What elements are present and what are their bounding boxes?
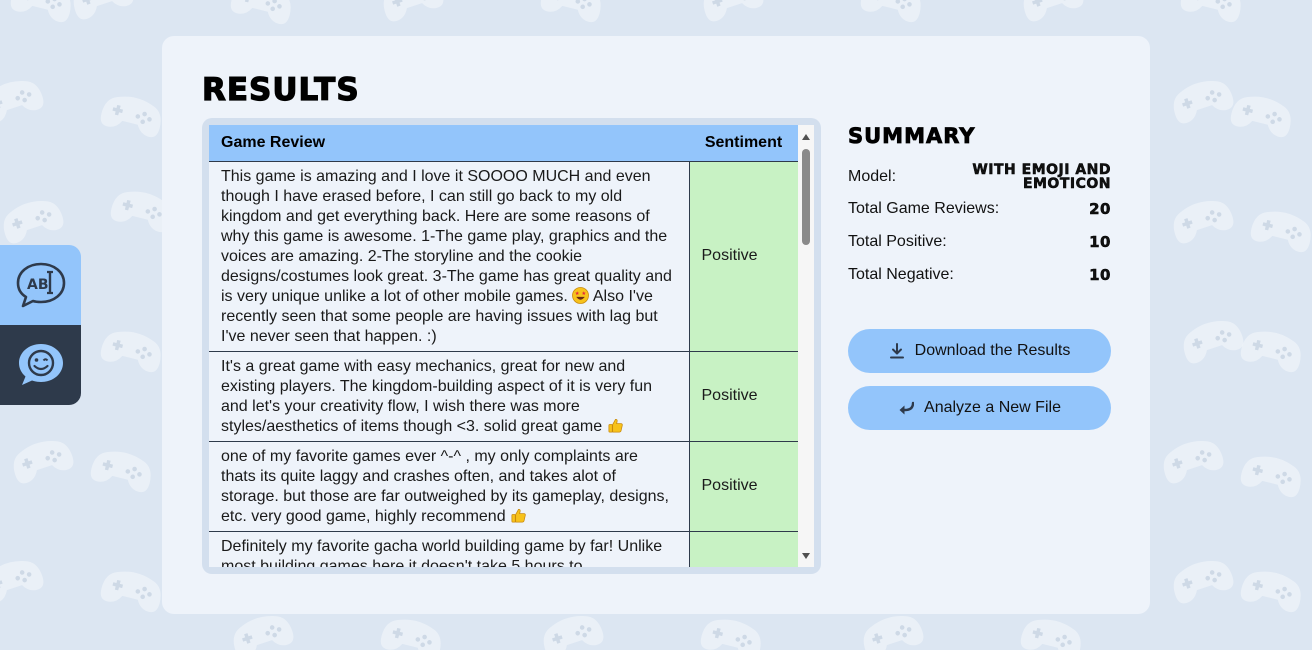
gamepad-pattern-icon — [65, 0, 138, 25]
gamepad-pattern-icon — [1176, 0, 1248, 27]
results-table-panel: Game Review Sentiment This game is amazi… — [202, 118, 821, 574]
column-header-sentiment[interactable]: Sentiment — [689, 125, 798, 161]
return-arrow-icon — [899, 401, 915, 415]
results-table-scroll[interactable]: Game Review Sentiment This game is amazi… — [209, 125, 814, 567]
gamepad-pattern-icon — [1236, 323, 1308, 377]
emoji-chat-icon — [18, 344, 63, 385]
review-cell: This game is amazing and I love it SOOOO… — [209, 160, 690, 351]
gamepad-pattern-icon — [376, 611, 448, 650]
review-text: one of my favorite games ever ^-^ , my o… — [221, 447, 669, 525]
gamepad-pattern-icon — [695, 0, 768, 27]
table-header-row: Game Review Sentiment — [209, 125, 798, 161]
total-negative-label: Total Negative: — [848, 265, 954, 283]
gamepad-pattern-icon — [96, 323, 168, 377]
review-text: It's a great game with easy mechanics, g… — [221, 357, 653, 435]
analyze-new-file-label: Analyze a New File — [924, 399, 1061, 416]
sentiment-cell — [689, 530, 798, 567]
review-cell: It's a great game with easy mechanics, g… — [209, 350, 690, 441]
summary-title: Summary — [848, 124, 976, 149]
column-header-review[interactable]: Game Review — [209, 125, 689, 161]
thumbs-up-emoji-icon — [607, 417, 624, 434]
scrollbar-thumb[interactable] — [802, 149, 810, 245]
svg-text:AB: AB — [27, 277, 49, 293]
gamepad-pattern-icon — [1015, 0, 1088, 27]
gamepad-pattern-icon — [5, 431, 78, 489]
table-row: one of my favorite games ever ^-^ , my o… — [209, 440, 798, 531]
gamepad-pattern-icon — [86, 443, 158, 497]
sentiment-cell: Positive — [689, 440, 798, 531]
star-struck-emoji-icon — [572, 286, 590, 304]
total-positive-value: 10 — [1089, 232, 1111, 251]
gamepad-pattern-icon — [6, 0, 78, 27]
page-title: Results — [201, 71, 360, 108]
gamepad-pattern-icon — [0, 191, 69, 249]
download-results-label: Download the Results — [914, 342, 1071, 359]
gamepad-pattern-icon — [96, 563, 168, 617]
table-row: It's a great game with easy mechanics, g… — [209, 350, 798, 441]
gamepad-pattern-icon — [1236, 563, 1308, 617]
side-rail: AB — [0, 245, 81, 405]
summary-model-row: Model: With Emoji and Emoticon — [848, 162, 1111, 192]
gamepad-pattern-icon — [1175, 311, 1248, 369]
gamepad-pattern-icon — [1155, 431, 1228, 489]
model-label: Model: — [848, 168, 897, 185]
total-reviews-value: 20 — [1089, 199, 1111, 218]
table-row: This game is amazing and I love it SOOOO… — [209, 160, 798, 351]
gamepad-pattern-icon — [1246, 203, 1312, 257]
emoji-model-button[interactable] — [0, 325, 81, 405]
review-cell: Definitely my favorite gacha world build… — [209, 530, 690, 568]
results-card: Results Game Review Sentiment This game … — [162, 36, 1150, 614]
gamepad-pattern-icon — [1165, 551, 1238, 609]
gamepad-pattern-icon — [1016, 611, 1088, 650]
gamepad-pattern-icon — [536, 0, 608, 27]
summary-positive-row: Total Positive: 10 — [848, 225, 1111, 258]
gamepad-pattern-icon — [696, 611, 768, 650]
text-input-chat-icon: AB — [16, 262, 65, 308]
total-negative-value: 10 — [1089, 265, 1111, 284]
gamepad-pattern-icon — [226, 0, 298, 29]
gamepad-pattern-icon — [375, 0, 448, 27]
review-cell: one of my favorite games ever ^-^ , my o… — [209, 440, 690, 531]
sentiment-cell: Positive — [689, 350, 798, 441]
analyze-new-file-button[interactable]: Analyze a New File — [848, 386, 1111, 430]
download-results-button[interactable]: Download the Results — [848, 329, 1111, 373]
text-model-button[interactable]: AB — [0, 245, 81, 325]
gamepad-pattern-icon — [1165, 71, 1238, 129]
table-scrollbar[interactable] — [798, 125, 814, 567]
table-row: Definitely my favorite gacha world build… — [209, 530, 798, 568]
scroll-down-arrow-icon[interactable] — [802, 553, 810, 559]
download-icon — [889, 343, 904, 359]
gamepad-pattern-icon — [1165, 191, 1238, 249]
total-positive-label: Total Positive: — [848, 232, 947, 250]
model-value: With Emoji and Emoticon — [972, 162, 1111, 192]
gamepad-pattern-icon — [856, 0, 928, 27]
total-reviews-label: Total Game Reviews: — [848, 199, 1000, 217]
scroll-up-arrow-icon[interactable] — [802, 134, 810, 140]
review-text: Definitely my favorite gacha world build… — [221, 537, 663, 568]
sentiment-cell: Positive — [689, 160, 798, 351]
thumbs-up-emoji-icon — [510, 507, 527, 524]
summary-total-row: Total Game Reviews: 20 — [848, 192, 1111, 225]
gamepad-pattern-icon — [0, 551, 49, 609]
review-text: This game is amazing and I love it SOOOO… — [221, 167, 672, 305]
gamepad-pattern-icon — [0, 71, 49, 129]
results-table: Game Review Sentiment This game is amazi… — [209, 125, 798, 567]
gamepad-pattern-icon — [1236, 448, 1308, 502]
summary-panel: Summary Model: With Emoji and Emoticon T… — [848, 124, 1111, 291]
gamepad-pattern-icon — [96, 88, 168, 142]
summary-negative-row: Total Negative: 10 — [848, 258, 1111, 291]
gamepad-pattern-icon — [1226, 88, 1298, 142]
